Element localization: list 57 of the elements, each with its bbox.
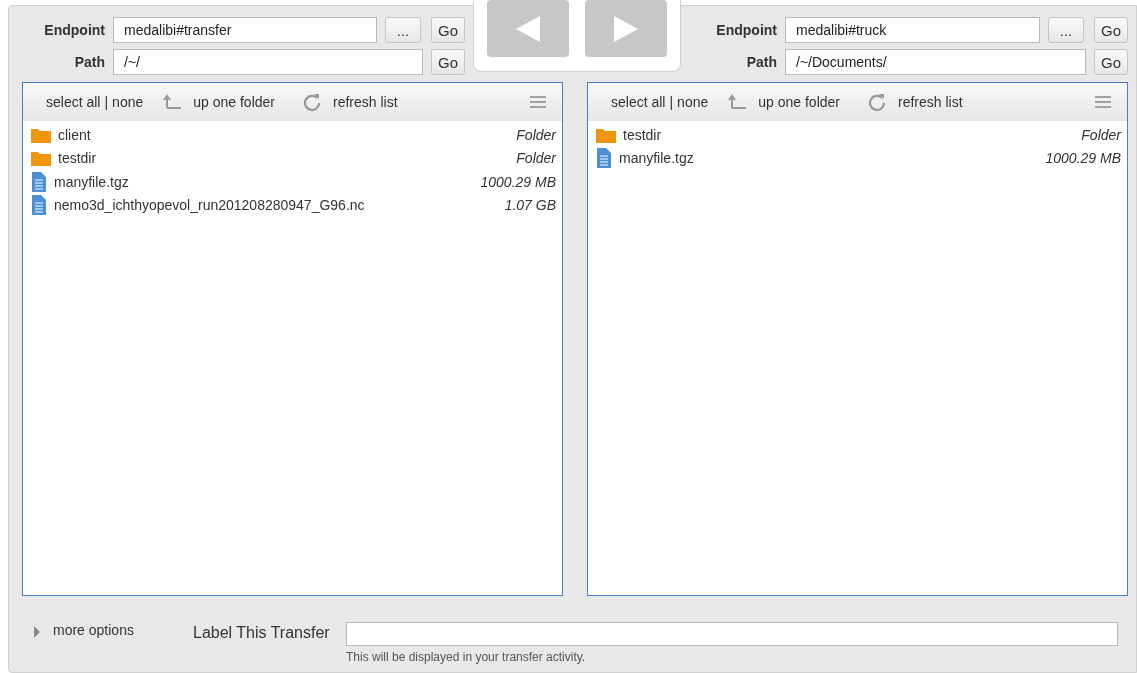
go-button[interactable]: Go <box>1094 49 1128 75</box>
right-triangle-icon <box>614 15 638 42</box>
transfer-right-button[interactable] <box>585 0 667 57</box>
refresh-icon <box>303 93 321 111</box>
endpoint-field[interactable]: medalibi#truck <box>785 17 1040 43</box>
file-name[interactable]: testdir <box>58 150 517 167</box>
label-title: Label This Transfer <box>193 624 331 642</box>
file-size: 1.07 GB <box>504 197 556 214</box>
go-button[interactable]: Go <box>1094 17 1128 43</box>
file-name[interactable]: client <box>58 126 517 143</box>
file-size: Folder <box>516 150 556 167</box>
file-size: Folder <box>1081 126 1121 143</box>
refresh-icon <box>868 93 886 111</box>
separator-text: | <box>104 94 109 110</box>
left-triangle-icon <box>516 15 540 42</box>
up-one-folder-link[interactable]: up one folder <box>193 94 275 110</box>
menu-icon[interactable] <box>1095 96 1111 108</box>
folder-icon <box>31 150 51 167</box>
up-arrow-icon <box>728 94 749 110</box>
folder-icon <box>31 126 51 143</box>
endpoint-label: Endpoint <box>43 22 105 38</box>
file-name[interactable]: manyfile.tgz <box>619 150 1046 167</box>
browse-button[interactable]: ... <box>1048 17 1084 43</box>
menu-icon[interactable] <box>530 96 546 108</box>
refresh-list-link[interactable]: refresh list <box>333 94 398 110</box>
go-button[interactable]: Go <box>431 49 465 75</box>
select-all-link[interactable]: select all <box>611 94 666 110</box>
transfer-left-button[interactable] <box>487 0 569 57</box>
file-size: 1000.29 MB <box>480 173 556 190</box>
file-name[interactable]: nemo3d_ichthyopevol_run201208280947_G96.nc <box>54 197 505 214</box>
browse-button[interactable]: ... <box>385 17 421 43</box>
path-field[interactable]: /~/ <box>113 49 423 75</box>
path-label: Path <box>73 54 105 70</box>
select-none-link[interactable]: none <box>112 94 144 110</box>
up-one-folder-link[interactable]: up one folder <box>758 94 840 110</box>
go-button[interactable]: Go <box>431 17 465 43</box>
more-options-link[interactable]: more options <box>53 622 193 638</box>
document-icon <box>31 171 47 192</box>
endpoint-field[interactable]: medalibi#transfer <box>113 17 377 43</box>
file-size: Folder <box>516 126 556 143</box>
file-name[interactable]: manyfile.tgz <box>54 173 481 190</box>
document-icon <box>31 195 47 216</box>
endpoint-label: Endpoint <box>715 22 777 38</box>
select-none-link[interactable]: none <box>677 94 709 110</box>
path-field[interactable]: /~/Documents/ <box>785 49 1086 75</box>
path-label: Path <box>745 54 777 70</box>
folder-icon <box>596 126 616 143</box>
select-all-link[interactable]: select all <box>46 94 101 110</box>
refresh-list-link[interactable]: refresh list <box>898 94 963 110</box>
label-field[interactable] <box>346 622 1118 646</box>
up-arrow-icon <box>163 94 184 110</box>
caret-right-icon[interactable] <box>33 626 41 638</box>
file-size: 1000.29 MB <box>1045 150 1121 167</box>
document-icon <box>596 148 612 169</box>
hint-text: This will be displayed in your transfer activity. <box>346 650 587 664</box>
separator-text: | <box>669 94 674 110</box>
file-name[interactable]: testdir <box>623 126 1082 143</box>
